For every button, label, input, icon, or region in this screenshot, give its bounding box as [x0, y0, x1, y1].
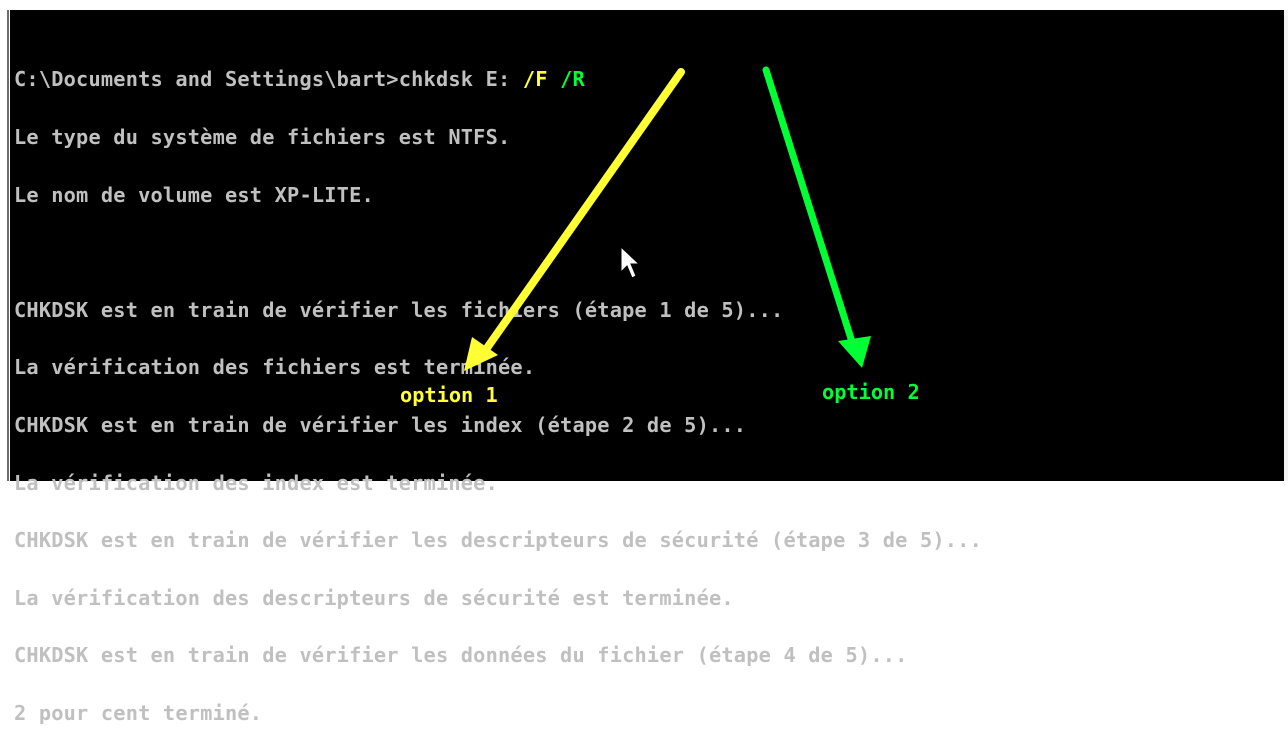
output-line: La vérification des descripteurs de sécu… [14, 585, 734, 610]
option1-label: option 1 [400, 383, 498, 407]
output-line: CHKDSK est en train de vérifier les donn… [14, 643, 908, 668]
output-line: 2 pour cent terminé. [14, 700, 263, 725]
option1-arrow [464, 68, 685, 371]
option2-arrow [762, 66, 871, 368]
option2-label: option 2 [822, 380, 920, 404]
output-line: CHKDSK est en train de vérifier les desc… [14, 528, 983, 553]
annotation-overlay [464, 66, 871, 371]
mouse-cursor-icon [620, 245, 641, 279]
